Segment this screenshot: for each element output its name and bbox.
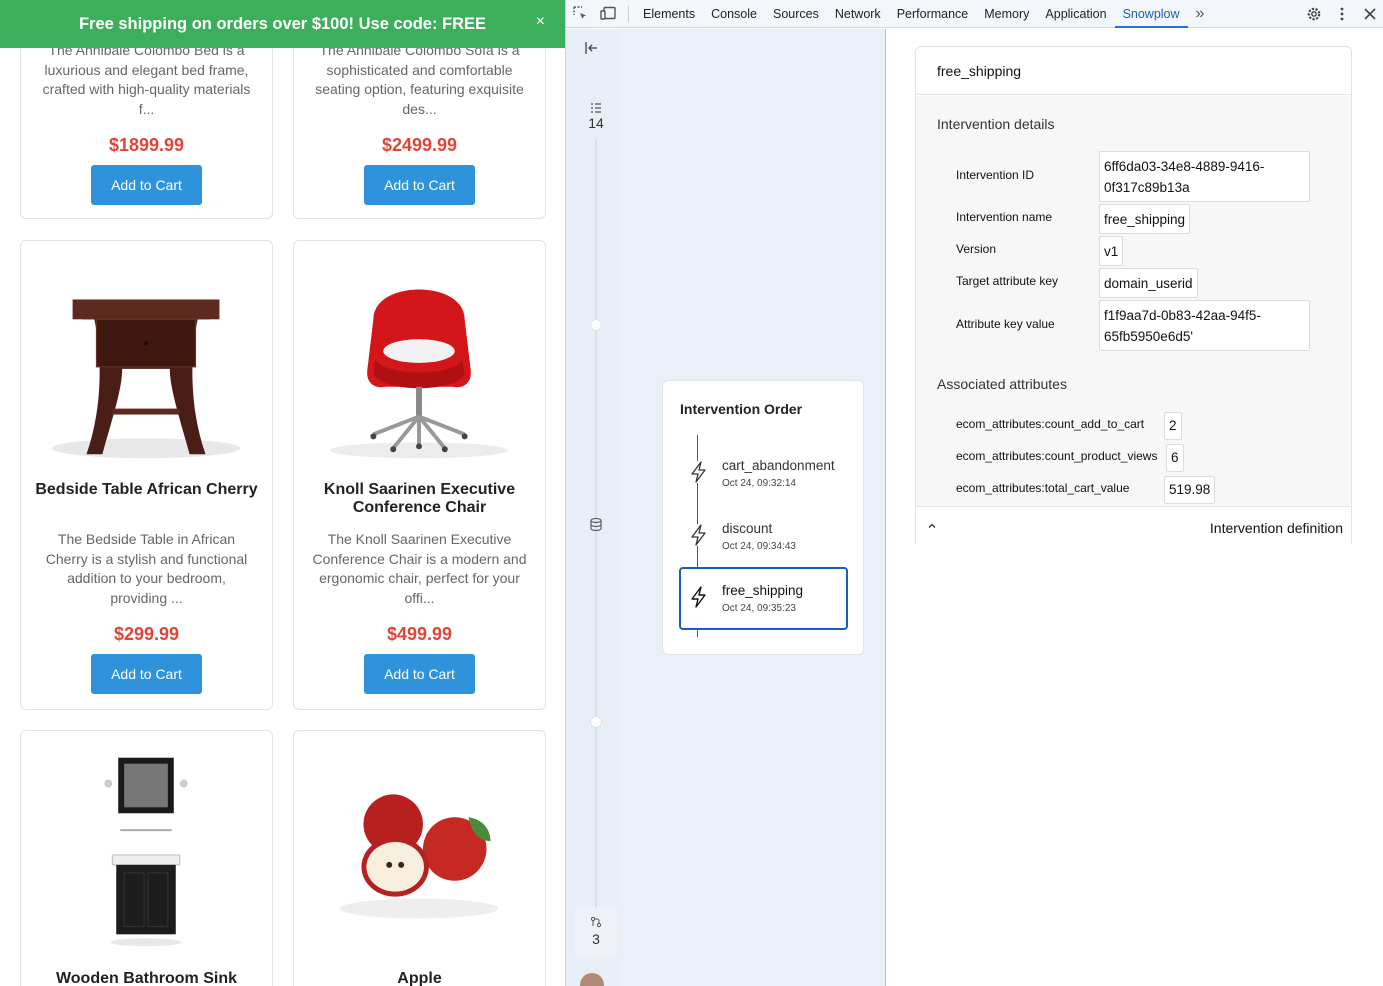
intervention-order-card: Intervention Order cart_abandonment Oct … [662,380,864,655]
gear-icon[interactable] [1300,0,1328,28]
tab-console[interactable]: Console [703,0,765,28]
product-image-chair[interactable] [294,259,545,459]
product-description: The Bedside Table in African Cherry is a… [45,531,248,607]
product-card: Wooden Bathroom Sink [20,730,273,986]
product-card: Apple [293,730,546,986]
close-icon[interactable]: × [536,13,545,31]
product-description: The Knoll Saarinen Executive Conference … [312,531,527,607]
intervention-time: Oct 24, 09:35:23 [722,603,796,614]
attribute-key-value[interactable]: f1f9aa7d-0b83-42aa-94f5-65fb5950e6d5' [1099,300,1310,351]
promo-banner: Free shipping on orders over $100! Use c… [0,0,565,48]
product-description: The Annibale Colombo Sofa is a sophistic… [315,42,524,118]
tab-performance[interactable]: Performance [889,0,977,28]
intervention-details-panel: free_shipping Intervention details Inter… [915,46,1352,548]
lightning-icon [689,461,709,483]
chevron-up-icon [925,519,939,533]
add-to-cart-button[interactable]: Add to Cart [364,165,475,205]
lightning-icon [689,586,709,608]
promo-text: Free shipping on orders over $100! Use c… [78,14,487,33]
intervention-definition-label: Intervention definition [1209,520,1343,536]
tab-snowplow[interactable]: Snowplow [1114,0,1188,28]
tab-memory[interactable]: Memory [976,0,1037,28]
version-value[interactable]: v1 [1099,236,1124,266]
inspect-element-icon[interactable] [566,0,594,28]
intervention-item-free-shipping[interactable]: free_shipping Oct 24, 09:35:23 [679,567,848,630]
timeline-line [595,139,597,939]
device-toolbar-icon[interactable] [594,0,622,28]
events-count: 14 [588,115,604,131]
field-label: Attribute key value [956,317,1055,331]
product-description: The Annibale Colombo Bed is a luxurious … [42,42,251,118]
intervention-time: Oct 24, 09:32:14 [722,478,796,489]
product-price: $2499.99 [381,135,458,155]
details-header: free_shipping [916,47,1351,95]
field-label: Intervention name [956,210,1053,224]
more-tabs-icon[interactable]: » [1188,0,1213,28]
intervention-timeline: Intervention Order cart_abandonment Oct … [620,29,886,986]
product-price: $299.99 [113,624,180,644]
product-price: $1899.99 [108,135,185,155]
attribute-value[interactable]: 2 [1164,412,1182,440]
timeline-rail: 14 3 [566,29,620,986]
attribute-value[interactable]: 519.98 [1164,476,1216,504]
intervention-item-discount[interactable]: discount Oct 24, 09:34:43 [679,505,848,568]
target-attribute-key-value[interactable]: domain_userid [1099,268,1198,298]
product-image-apple[interactable] [294,749,545,949]
tab-elements[interactable]: Elements [635,0,703,28]
product-title[interactable]: Knoll Saarinen Executive Conference Chai… [294,481,545,517]
add-to-cart-button[interactable]: Add to Cart [91,165,202,205]
add-to-cart-button[interactable]: Add to Cart [91,654,202,694]
lightning-icon [689,524,709,546]
product-card: Bedside Table African Cherry The Bedside… [20,240,273,710]
tab-sources[interactable]: Sources [765,0,827,28]
product-card: Knoll Saarinen Executive Conference Chai… [293,240,546,710]
details-body: Intervention details Intervention ID 6ff… [916,96,1351,506]
attribute-label: ecom_attributes:total_cart_value [956,481,1130,495]
branches-count: 3 [592,931,600,947]
intervention-time: Oct 24, 09:34:43 [722,541,796,552]
intervention-order-title: Intervention Order [680,401,803,417]
intervention-name: free_shipping [722,583,804,598]
collapse-panel-icon[interactable] [585,41,599,59]
product-price: $499.99 [386,624,453,644]
field-label: Version [956,242,997,256]
timeline-dot[interactable] [590,716,602,728]
associated-attributes-title: Associated attributes [937,376,1067,392]
shop-page: Free shipping on orders over $100! Use c… [0,0,565,986]
intervention-definition-toggle[interactable]: Intervention definition [916,506,1351,548]
intervention-name: discount [722,521,773,536]
intervention-item-cart-abandonment[interactable]: cart_abandonment Oct 24, 09:32:14 [679,442,848,505]
product-title[interactable]: Bedside Table African Cherry [21,481,272,499]
product-title[interactable]: Wooden Bathroom Sink [21,970,272,986]
avatar[interactable] [580,973,604,986]
devtools-panel: Elements Console Sources Network Perform… [565,0,1383,986]
close-icon[interactable] [1356,0,1383,28]
devtools-toolbar: Elements Console Sources Network Perform… [566,0,1383,28]
intervention-id-value[interactable]: 6ff6da03-34e8-4889-9416-0f317c89b13a [1099,151,1310,202]
tab-network[interactable]: Network [827,0,889,28]
tab-application[interactable]: Application [1037,0,1114,28]
intervention-name: cart_abandonment [722,458,835,473]
field-label: Intervention ID [956,168,1035,182]
product-image-bathroom-sink[interactable] [21,749,272,949]
attribute-label: ecom_attributes:count_product_views [956,449,1158,463]
product-image-bedside-table[interactable] [21,259,272,459]
branches-box[interactable]: 3 [574,907,618,957]
timeline-dot[interactable] [590,319,602,331]
database-icon[interactable] [590,517,602,536]
attribute-label: ecom_attributes:count_add_to_cart [956,417,1145,431]
add-to-cart-button[interactable]: Add to Cart [364,654,475,694]
field-label: Target attribute key [956,274,1059,288]
intervention-name-value[interactable]: free_shipping [1099,204,1191,234]
product-title[interactable]: Apple [294,970,545,986]
intervention-details-title: Intervention details [937,116,1055,132]
attribute-value[interactable]: 6 [1166,444,1184,472]
more-options-icon[interactable] [1328,0,1356,28]
